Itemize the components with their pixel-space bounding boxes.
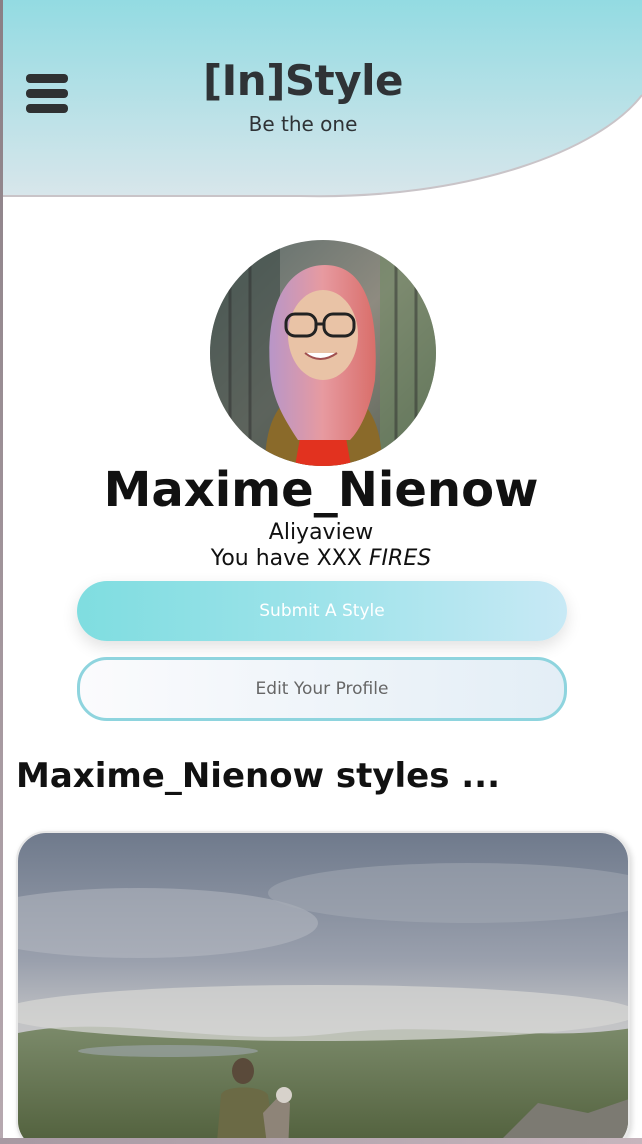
avatar-photo (210, 240, 436, 466)
submit-style-button[interactable]: Submit A Style (77, 581, 567, 641)
brand-tagline: Be the one (248, 112, 358, 136)
brand-title: [In]Style (202, 56, 404, 105)
window-left-edge (0, 0, 3, 1144)
fires-count: You have XXX FIRES (0, 546, 642, 571)
style-card[interactable] (16, 831, 630, 1144)
style-card-photo (18, 833, 628, 1144)
profile-handle: Aliyaview (268, 520, 374, 545)
window-bottom-edge (0, 1138, 642, 1144)
profile-username: Maxime_Nienow (103, 462, 539, 518)
avatar (210, 240, 436, 466)
edit-profile-button[interactable]: Edit Your Profile (77, 657, 567, 721)
fires-prefix: You have XXX (210, 546, 369, 571)
app-header: [In]Style Be the one (0, 0, 642, 200)
fires-word: FIRES (368, 546, 432, 571)
styles-section-heading: Maxime_Nienow styles ... (16, 756, 501, 796)
